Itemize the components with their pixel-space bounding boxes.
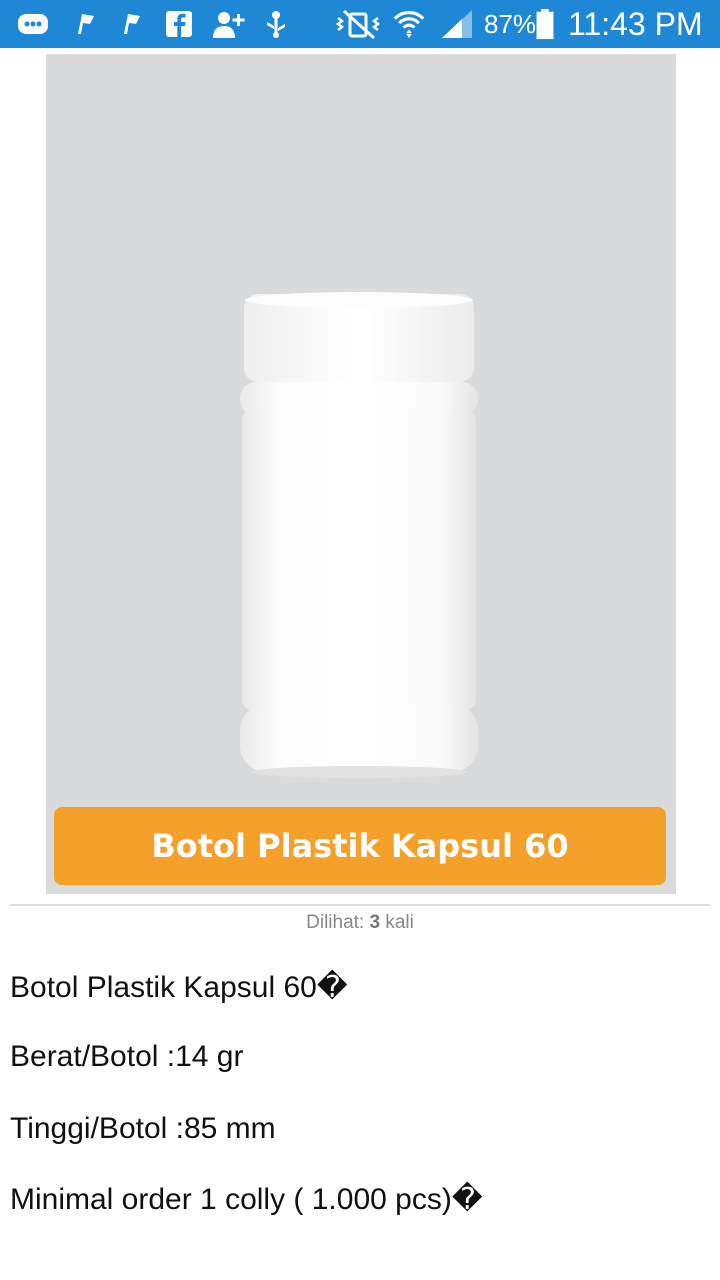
view-count-label: Dilihat:	[306, 912, 365, 933]
flag-icon	[78, 14, 94, 34]
product-image[interactable]: Botol Plastik Kapsul 60	[46, 54, 676, 894]
wifi-icon	[393, 11, 425, 39]
usb-debug-icon	[267, 11, 285, 38]
product-title-banner: Botol Plastik Kapsul 60	[54, 807, 666, 885]
flag-icon	[124, 14, 140, 34]
product-name: Botol Plastik Kapsul 60�	[10, 971, 348, 1004]
view-count: Dilihat: 3 kali	[0, 912, 720, 934]
battery-percent: 87%	[484, 9, 537, 39]
view-count-number: 3	[369, 912, 381, 933]
product-weight: Berat/Botol :14 gr	[10, 1040, 244, 1073]
divider	[10, 904, 710, 906]
add-friend-icon	[213, 12, 245, 38]
view-count-suffix: kali	[385, 912, 414, 933]
product-height: Tinggi/Botol :85 mm	[10, 1112, 276, 1145]
status-bar: 87% 11:43 PM	[0, 0, 720, 48]
chat-notification-icon	[18, 14, 48, 34]
signal-icon	[442, 10, 472, 38]
mute-icon	[335, 9, 381, 40]
clock: 11:43 PM	[568, 6, 703, 42]
bottle-image	[240, 292, 478, 778]
battery-icon	[536, 8, 554, 40]
product-min-order: Minimal order 1 colly ( 1.000 pcs)�	[10, 1183, 483, 1216]
facebook-icon	[166, 11, 192, 38]
